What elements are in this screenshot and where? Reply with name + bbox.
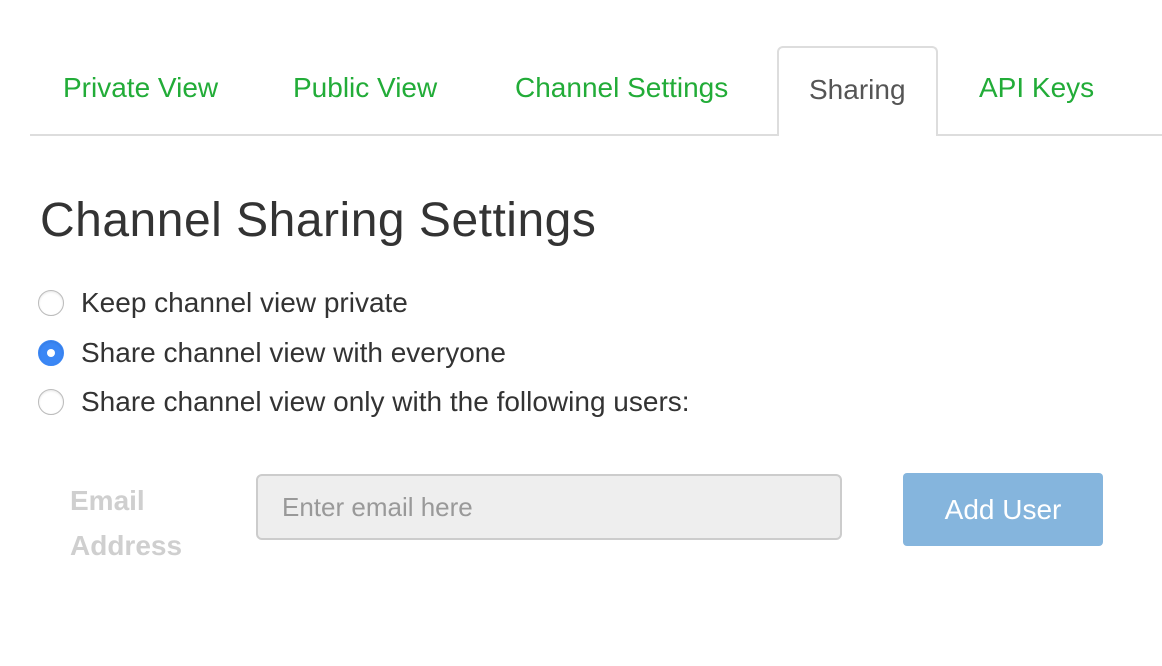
radio-share-everyone[interactable]: Share channel view with everyone (38, 337, 506, 369)
radio-label: Keep channel view private (81, 287, 408, 318)
radio-button[interactable] (38, 389, 64, 415)
email-label: Email Address (70, 485, 183, 561)
email-input[interactable] (256, 474, 842, 540)
tab-private-view[interactable]: Private View (63, 72, 218, 104)
tab-sharing[interactable]: Sharing (777, 46, 938, 136)
add-user-button[interactable]: Add User (903, 473, 1103, 546)
tab-bar: Private View Public View Channel Setting… (30, 0, 1162, 136)
page-title: Channel Sharing Settings (40, 194, 597, 247)
radio-button-selected[interactable] (38, 340, 64, 366)
radio-keep-private[interactable]: Keep channel view private (38, 287, 408, 319)
radio-label: Share channel view only with the followi… (81, 386, 690, 417)
radio-label: Share channel view with everyone (81, 337, 506, 368)
tab-public-view[interactable]: Public View (293, 72, 437, 104)
tab-channel-settings[interactable]: Channel Settings (515, 72, 728, 104)
radio-button[interactable] (38, 290, 64, 316)
radio-share-users[interactable]: Share channel view only with the followi… (38, 386, 690, 418)
tab-api-keys[interactable]: API Keys (979, 72, 1094, 104)
